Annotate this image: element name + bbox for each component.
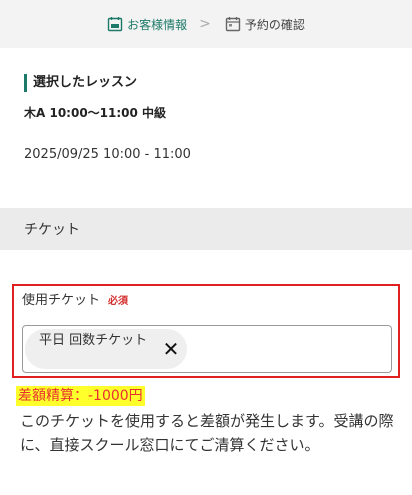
close-icon[interactable]: ✕: [161, 337, 181, 361]
step-label: 予約の確認: [244, 17, 305, 32]
selected-ticket-chip: 平日 回数チケット ✕: [25, 329, 187, 369]
calendar-icon: [225, 16, 241, 32]
difference-notice: このチケットを使用すると差額が発生します。受講の際に、直接スクール窓口にてご清算…: [20, 412, 394, 454]
step-confirm: 予約の確認: [225, 16, 305, 33]
ticket-section-title: チケット: [24, 222, 80, 238]
required-badge: 必須: [108, 296, 129, 307]
ticket-field-label: 使用チケット 必須: [22, 289, 128, 308]
field-label-text: 使用チケット: [22, 293, 101, 308]
ticket-select[interactable]: 平日 回数チケット ✕: [22, 325, 392, 373]
step-customer-info: お客様情報: [107, 16, 187, 33]
ticket-section-header: チケット: [0, 208, 412, 250]
lesson-datetime: 2025/09/25 10:00 - 11:00: [24, 147, 191, 162]
selected-ticket-label: 平日 回数チケット: [39, 333, 148, 348]
progress-steps: お客様情報 > 予約の確認: [0, 0, 412, 48]
lesson-section-title: 選択したレッスン: [24, 74, 388, 92]
user-card-icon: [107, 16, 123, 32]
chevron-right-icon: >: [199, 16, 211, 32]
step-label: お客様情報: [127, 17, 188, 32]
difference-amount: 差額精算：-1000円: [16, 386, 145, 406]
ticket-field-group: 使用チケット 必須 平日 回数チケット ✕: [12, 284, 400, 378]
selected-lesson-section: 選択したレッスン 木A 10:00〜11:00 中級 2025/09/25 10…: [0, 48, 412, 208]
lesson-class-name: 木A 10:00〜11:00 中級: [24, 106, 167, 120]
